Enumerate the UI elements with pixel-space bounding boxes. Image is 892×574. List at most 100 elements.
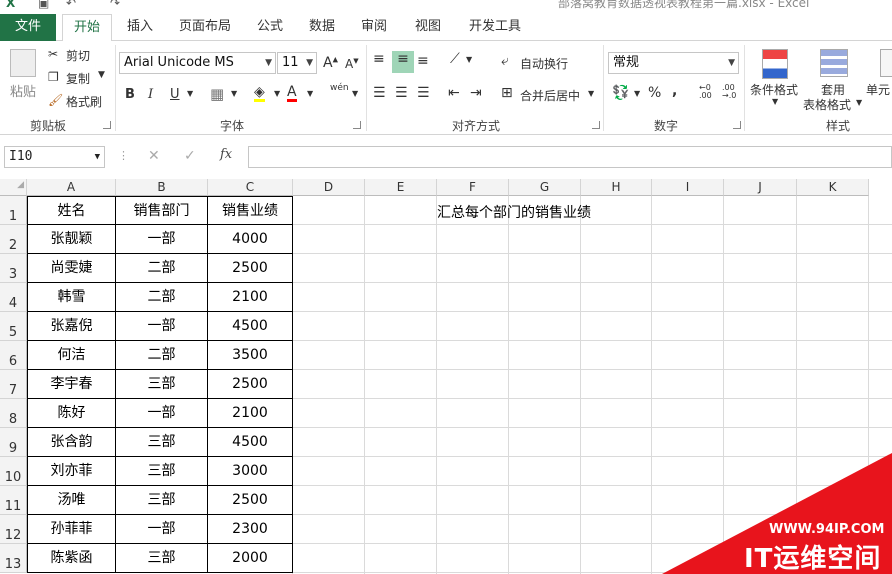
table-cell[interactable]: 二部 [116, 254, 208, 283]
decrease-indent-icon[interactable]: ⇤ [448, 85, 460, 101]
row-header-1[interactable]: 1 [0, 196, 27, 225]
align-right-icon[interactable]: ☰ [417, 85, 430, 101]
table-header-cell[interactable]: 姓名 [27, 196, 116, 225]
more-options-icon[interactable]: ⋮ [118, 149, 129, 162]
align-middle-icon[interactable]: ≡ [392, 51, 414, 73]
fill-color-icon[interactable]: ◈ [254, 85, 265, 102]
table-cell[interactable]: 一部 [116, 312, 208, 341]
column-header-j[interactable]: J [724, 179, 797, 196]
table-cell[interactable]: 2100 [208, 283, 293, 312]
tab-data[interactable]: 数据 [300, 14, 344, 41]
align-bottom-icon[interactable]: ≡ [417, 53, 429, 69]
chevron-down-icon[interactable]: ▼ [187, 89, 193, 98]
table-cell[interactable]: 李宇春 [27, 370, 116, 399]
chevron-down-icon[interactable]: ▼ [588, 89, 594, 98]
copy-icon[interactable]: ❐ [48, 70, 59, 84]
column-header-e[interactable]: E [365, 179, 437, 196]
row-header-3[interactable]: 3 [0, 254, 27, 283]
tab-insert[interactable]: 插入 [118, 14, 162, 41]
chevron-down-icon[interactable]: ▼ [634, 89, 640, 98]
format-painter-icon[interactable]: 🖌 [48, 93, 63, 107]
column-header-d[interactable]: D [293, 179, 365, 196]
format-as-table-label[interactable]: 表格格式 [803, 96, 851, 113]
paste-button[interactable]: 粘贴 [10, 81, 36, 100]
table-cell[interactable]: 2500 [208, 370, 293, 399]
formula-input[interactable] [248, 146, 892, 168]
table-cell[interactable]: 3500 [208, 341, 293, 370]
increase-font-icon[interactable]: A▲ [323, 55, 338, 71]
conditional-formatting-icon[interactable] [762, 49, 788, 79]
table-cell[interactable]: 张含韵 [27, 428, 116, 457]
chevron-down-icon[interactable]: ▼ [352, 89, 358, 98]
cut-icon[interactable]: ✂ [48, 47, 58, 61]
italic-icon[interactable]: I [148, 87, 153, 102]
merge-center-icon[interactable]: ⊞ [501, 85, 513, 101]
font-name-select[interactable]: Arial Unicode MS ▼ [119, 52, 276, 74]
clipboard-launcher-icon[interactable] [103, 121, 111, 129]
name-box[interactable]: I10 ▼ [4, 146, 105, 168]
column-header-h[interactable]: H [581, 179, 652, 196]
tab-developer[interactable]: 开发工具 [460, 14, 530, 41]
row-header-8[interactable]: 8 [0, 399, 27, 428]
comma-style-icon[interactable]: , [672, 83, 677, 99]
table-cell[interactable]: 韩雪 [27, 283, 116, 312]
table-cell[interactable]: 张靓颖 [27, 225, 116, 254]
table-cell[interactable]: 2300 [208, 515, 293, 544]
copy-button[interactable]: 复制 [66, 70, 90, 87]
redo-icon[interactable]: ↷ [110, 0, 120, 12]
merge-center-button[interactable]: 合并后居中 [520, 87, 580, 104]
alignment-launcher-icon[interactable] [592, 121, 600, 129]
table-cell[interactable]: 三部 [116, 428, 208, 457]
conditional-formatting-button[interactable]: 条件格式 [750, 81, 798, 98]
table-cell[interactable]: 三部 [116, 370, 208, 399]
table-header-cell[interactable]: 销售业绩 [208, 196, 293, 225]
currency-icon[interactable]: 💱 [612, 85, 629, 101]
enter-check-icon[interactable]: ✓ [184, 148, 196, 164]
align-top-icon[interactable]: ≡ [373, 51, 385, 67]
border-icon[interactable]: ▦ [210, 85, 224, 103]
table-cell[interactable]: 刘亦菲 [27, 457, 116, 486]
format-as-table-icon[interactable] [820, 49, 848, 77]
tab-view[interactable]: 视图 [406, 14, 450, 41]
column-header-g[interactable]: G [509, 179, 581, 196]
format-painter-button[interactable]: 格式刷 [66, 93, 102, 110]
table-cell[interactable]: 2100 [208, 399, 293, 428]
table-cell[interactable]: 何洁 [27, 341, 116, 370]
insert-function-icon[interactable]: fx [220, 147, 232, 162]
font-color-icon[interactable]: A [287, 85, 297, 102]
row-header-9[interactable]: 9 [0, 428, 27, 457]
increase-indent-icon[interactable]: ⇥ [470, 85, 482, 101]
number-format-select[interactable]: 常规 ▼ [608, 52, 739, 74]
table-cell[interactable]: 陈好 [27, 399, 116, 428]
table-cell[interactable]: 尚雯婕 [27, 254, 116, 283]
table-header-cell[interactable]: 销售部门 [116, 196, 208, 225]
align-left-icon[interactable]: ☰ [373, 85, 386, 101]
table-cell[interactable]: 陈紫函 [27, 544, 116, 573]
tab-home[interactable]: 开始 [62, 14, 112, 42]
table-cell[interactable]: 三部 [116, 457, 208, 486]
decrease-decimal-icon[interactable]: .00 →.0 [722, 84, 736, 100]
cell-styles-button[interactable]: 单元 [866, 81, 890, 98]
table-cell[interactable]: 三部 [116, 544, 208, 573]
paste-icon[interactable] [10, 49, 36, 77]
tab-file[interactable]: 文件 [0, 14, 56, 41]
phonetic-guide-icon[interactable]: wén [330, 83, 349, 93]
table-cell[interactable]: 4500 [208, 312, 293, 341]
table-cell[interactable]: 4000 [208, 225, 293, 254]
wrap-text-icon[interactable]: ⤶ [501, 53, 509, 69]
row-header-6[interactable]: 6 [0, 341, 27, 370]
table-cell[interactable]: 2500 [208, 254, 293, 283]
table-cell[interactable]: 二部 [116, 341, 208, 370]
table-cell[interactable]: 二部 [116, 283, 208, 312]
chevron-down-icon[interactable]: ▼ [231, 89, 237, 98]
save-icon[interactable]: ▣ [38, 0, 49, 12]
table-cell[interactable]: 一部 [116, 515, 208, 544]
table-cell[interactable]: 三部 [116, 486, 208, 515]
underline-icon[interactable]: U [170, 87, 180, 102]
tab-formulas[interactable]: 公式 [248, 14, 292, 41]
font-launcher-icon[interactable] [353, 121, 361, 129]
table-cell[interactable]: 2000 [208, 544, 293, 573]
select-all-corner[interactable]: ◢ [0, 179, 27, 196]
chevron-down-icon[interactable]: ▼ [856, 98, 862, 107]
tab-review[interactable]: 审阅 [352, 14, 396, 41]
